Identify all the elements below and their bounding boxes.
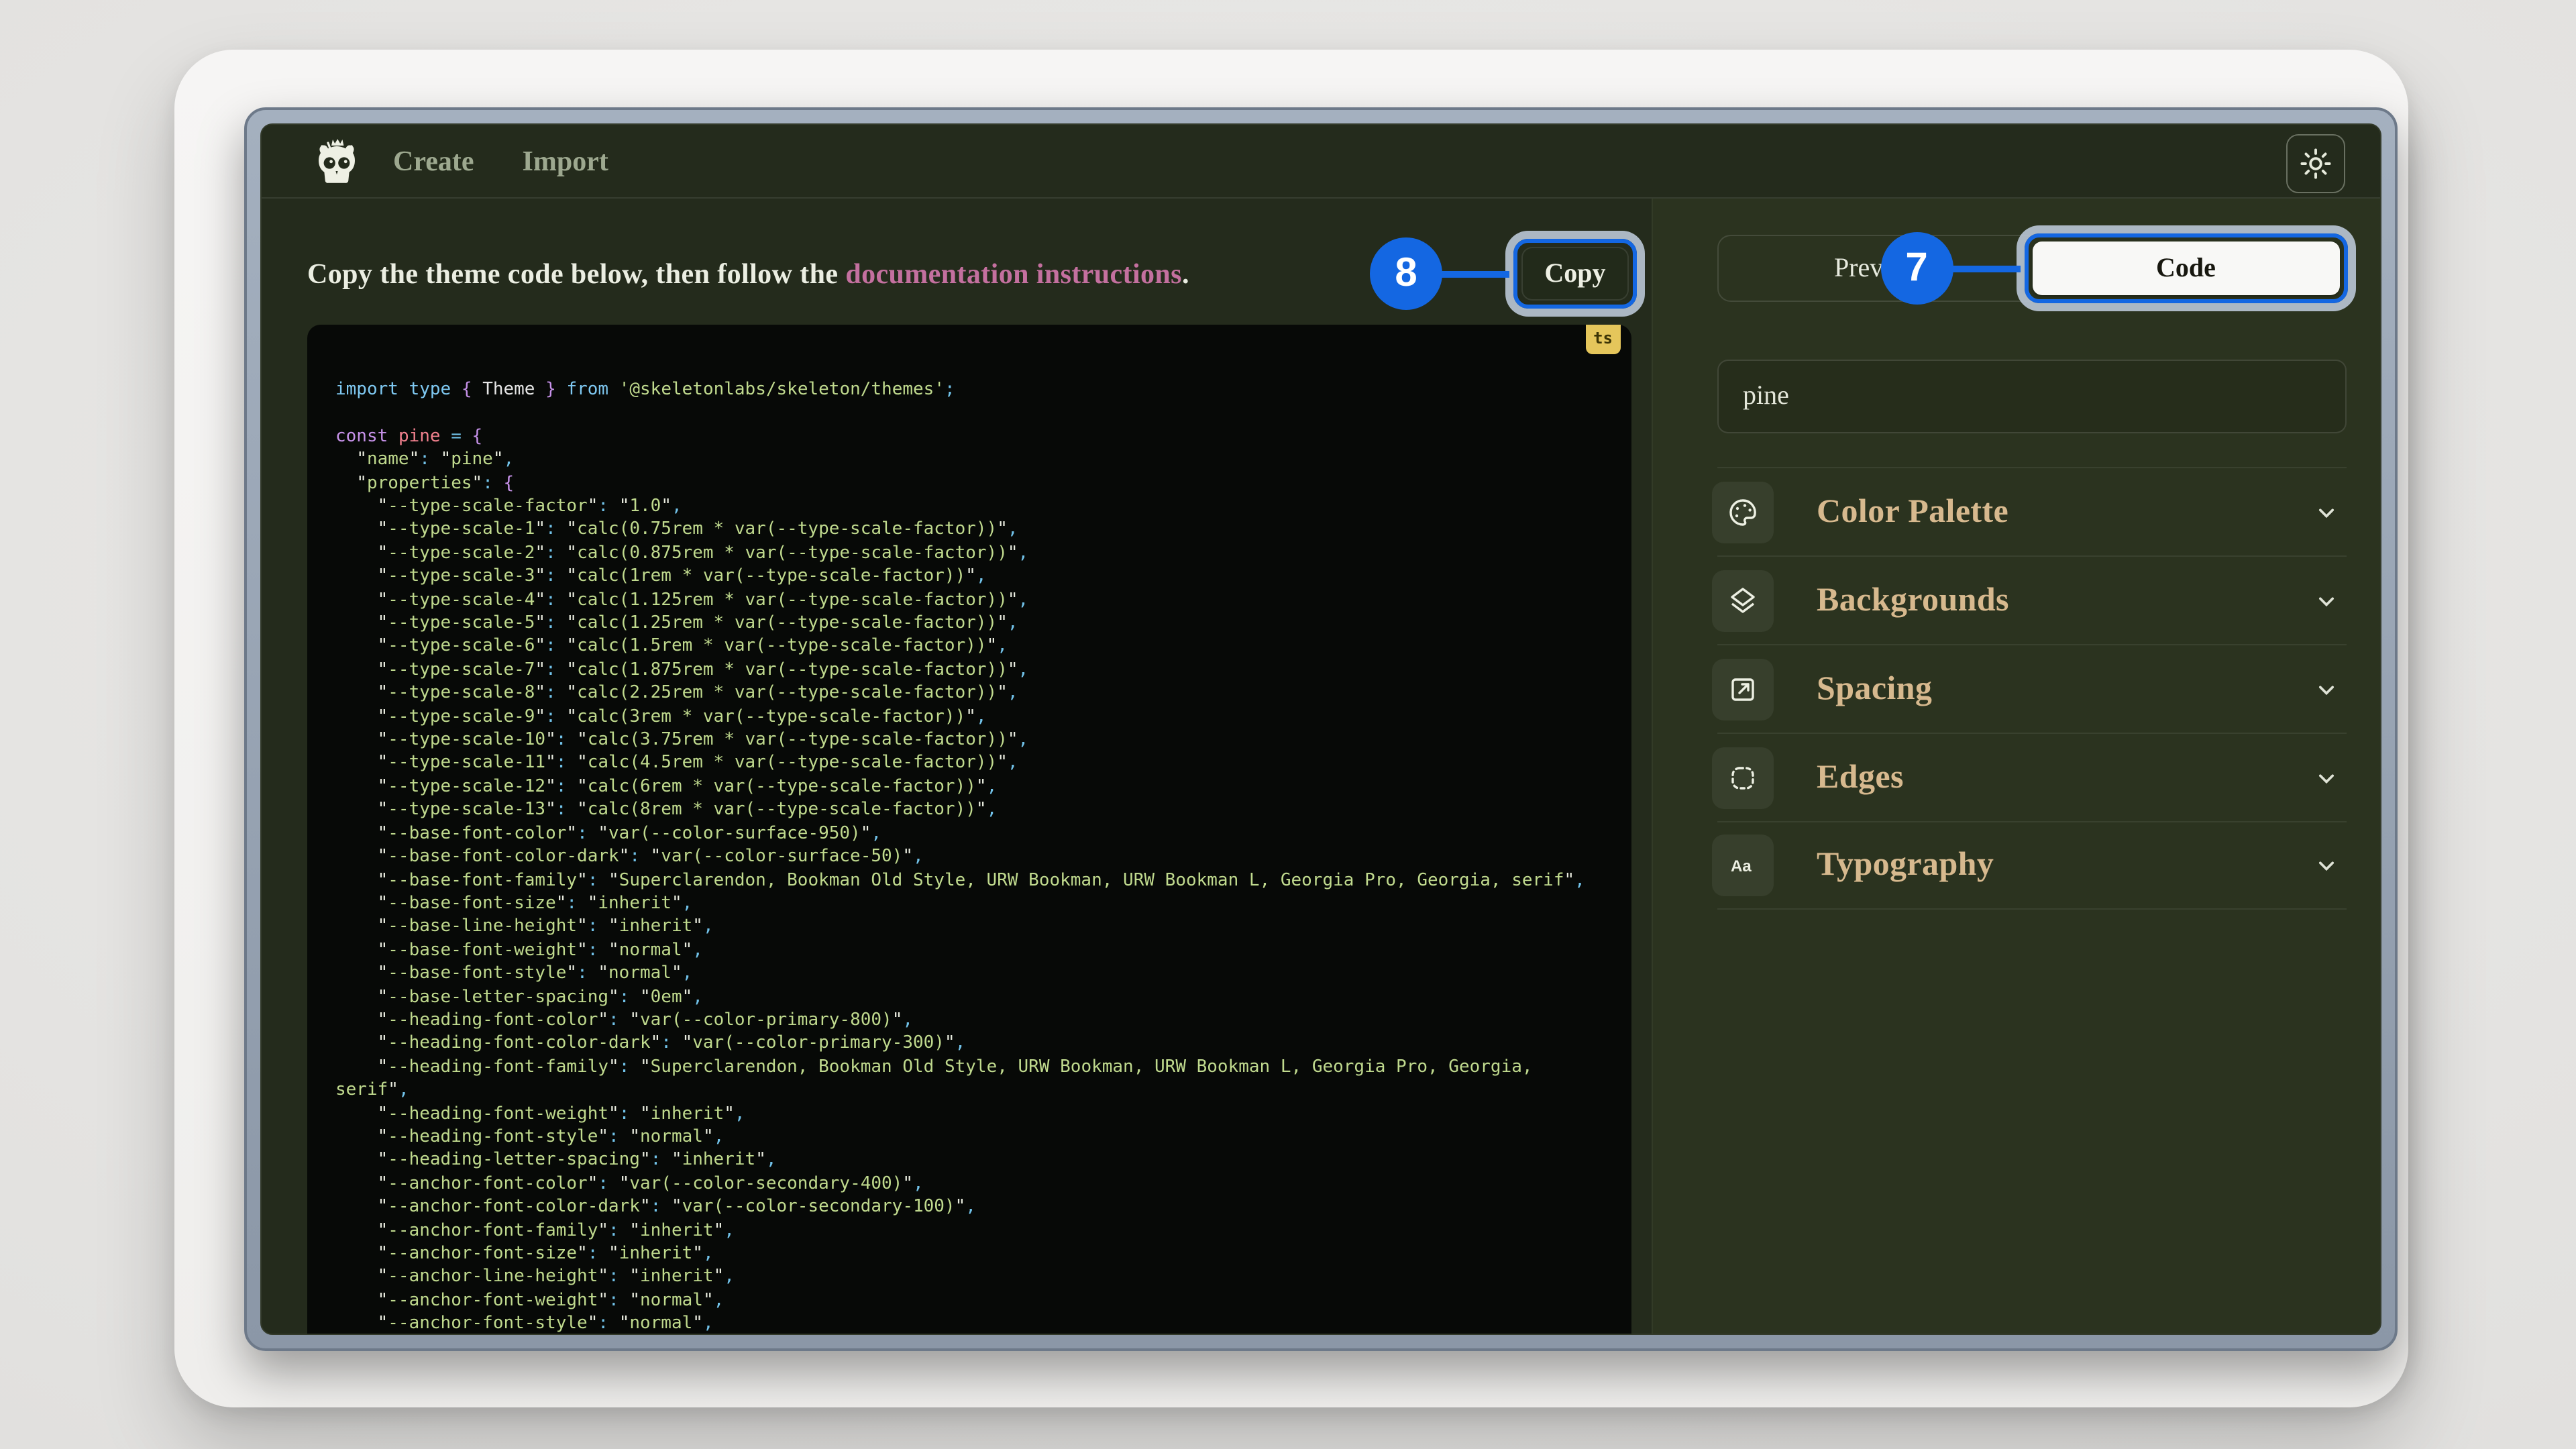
stage: Create Import xyxy=(0,0,2576,1449)
settings-sidebar: Preview Code xyxy=(1652,199,2380,1334)
chevron-down-icon xyxy=(2312,851,2341,880)
chevron-down-icon xyxy=(2312,586,2341,615)
accordion-label: Typography xyxy=(1817,847,1994,884)
palette-icon xyxy=(1712,481,1774,543)
preview-tab[interactable]: Preview xyxy=(1724,241,2032,295)
instruction-row: Copy the theme code below, then follow t… xyxy=(307,247,1629,301)
main-panel: Copy the theme code below, then follow t… xyxy=(262,199,1652,1334)
copy-button[interactable]: Copy xyxy=(1521,247,1629,301)
chevron-down-icon xyxy=(2312,674,2341,704)
app-screen: Create Import xyxy=(260,123,2381,1335)
documentation-link[interactable]: documentation instructions xyxy=(845,257,1182,289)
top-nav: Create Import xyxy=(262,125,2380,197)
dashed-border-icon xyxy=(1712,747,1774,808)
chevron-down-icon xyxy=(2312,763,2341,792)
accordion-item-backgrounds[interactable]: Backgrounds xyxy=(1717,555,2347,644)
chevron-down-icon xyxy=(2312,497,2341,527)
typescript-badge: ts xyxy=(1585,325,1621,354)
accordion-label: Edges xyxy=(1817,759,1904,796)
code-tab[interactable]: Code xyxy=(2032,241,2340,295)
code-content: import type { Theme } from '@skeletonlab… xyxy=(335,378,1603,1335)
skeleton-skull-logo[interactable] xyxy=(310,137,364,185)
settings-accordion: Color Palette xyxy=(1717,467,2347,910)
instruction-text: Copy the theme code below, then follow t… xyxy=(307,257,1189,290)
nav-item-import[interactable]: Import xyxy=(523,144,608,178)
accordion-item-color-palette[interactable]: Color Palette xyxy=(1717,467,2347,555)
view-tabbar: Preview Code xyxy=(1717,235,2347,302)
app-body: Copy the theme code below, then follow t… xyxy=(262,199,2380,1334)
accordion-label: Backgrounds xyxy=(1817,582,2009,619)
accordion-item-typography[interactable]: Aa Typography xyxy=(1717,821,2347,910)
browser-window-frame: Create Import xyxy=(244,107,2398,1351)
svg-text:Aa: Aa xyxy=(1731,857,1752,875)
code-block: ts import type { Theme } from '@skeleton… xyxy=(307,325,1631,1335)
accordion-item-edges[interactable]: Edges xyxy=(1717,733,2347,821)
accordion-item-spacing[interactable]: Spacing xyxy=(1717,644,2347,733)
layers-icon xyxy=(1712,570,1774,631)
nav-item-create[interactable]: Create xyxy=(393,144,474,178)
accordion-label: Color Palette xyxy=(1817,493,2008,531)
sun-icon xyxy=(2298,146,2333,181)
accordion-label: Spacing xyxy=(1817,670,1932,708)
theme-name-input[interactable] xyxy=(1717,360,2347,433)
theme-toggle-button[interactable] xyxy=(2286,134,2345,193)
resize-icon xyxy=(1712,658,1774,720)
typography-icon: Aa xyxy=(1712,835,1774,896)
